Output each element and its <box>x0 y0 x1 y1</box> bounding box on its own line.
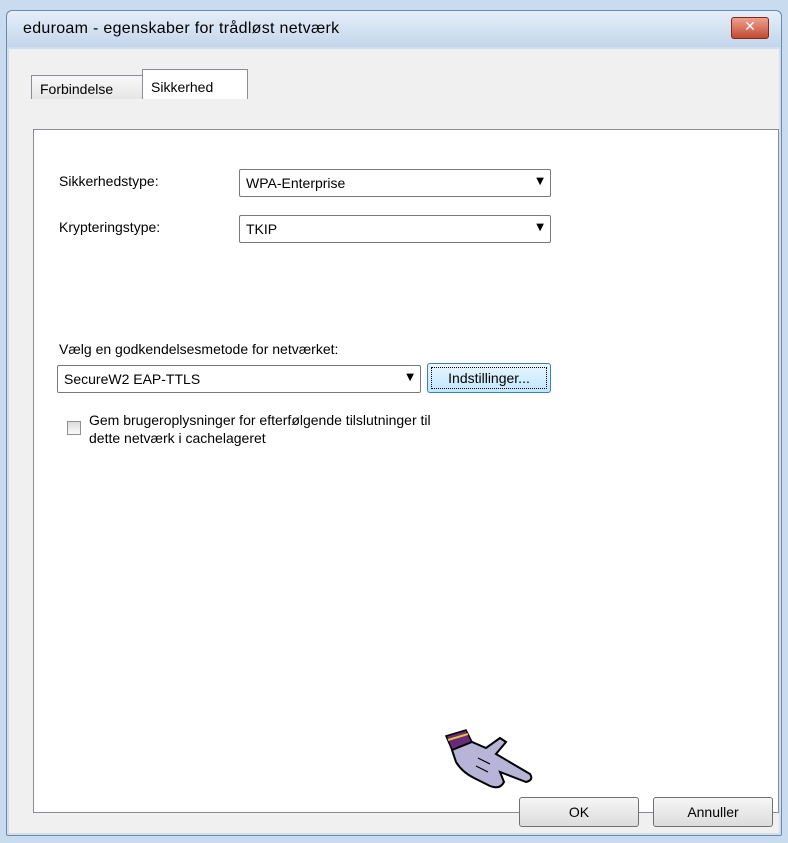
ok-button-label: OK <box>568 804 590 820</box>
encryption-type-label: Krypteringstype: <box>59 219 161 235</box>
close-icon: ✕ <box>744 19 756 35</box>
tab-forbindelse[interactable]: Forbindelse <box>31 75 143 99</box>
security-type-label: Sikkerhedstype: <box>59 173 159 189</box>
security-type-select[interactable]: WPA-Enterprise ▼ <box>239 169 551 197</box>
ok-button[interactable]: OK <box>519 797 639 827</box>
cache-credentials-line2: dette netværk i cachelageret <box>89 430 266 446</box>
focus-ring <box>431 367 547 389</box>
pointing-hand-icon <box>444 729 533 789</box>
tab-forbindelse-label: Forbindelse <box>40 81 114 97</box>
auth-method-value: SecureW2 EAP-TTLS <box>64 371 201 387</box>
auth-method-select[interactable]: SecureW2 EAP-TTLS ▼ <box>57 365 421 393</box>
title-bar[interactable]: eduroam - egenskaber for trådløst netvær… <box>7 11 781 47</box>
cache-credentials-line1: Gem brugeroplysninger for efterfølgende … <box>89 412 431 428</box>
dialog-window: eduroam - egenskaber for trådløst netvær… <box>6 10 782 836</box>
chevron-down-icon: ▼ <box>536 176 544 187</box>
cache-credentials-checkbox[interactable] <box>67 421 81 435</box>
tab-sikkerhed[interactable]: Sikkerhed <box>142 69 248 99</box>
settings-button[interactable]: Indstillinger... <box>427 363 551 393</box>
close-button[interactable]: ✕ <box>731 17 769 39</box>
chevron-down-icon: ▼ <box>406 372 414 383</box>
auth-method-label: Vælg en godkendelsesmetode for netværket… <box>59 341 339 357</box>
chevron-down-icon: ▼ <box>536 222 544 233</box>
cancel-button-label: Annuller <box>687 804 739 820</box>
dialog-body: Forbindelse Sikkerhed Sikkerhedstype: WP… <box>9 49 779 833</box>
cancel-button[interactable]: Annuller <box>653 797 773 827</box>
encryption-type-select[interactable]: TKIP ▼ <box>239 215 551 243</box>
cache-credentials-label: Gem brugeroplysninger for efterfølgende … <box>89 411 431 447</box>
tab-sikkerhed-label: Sikkerhed <box>151 79 214 95</box>
window-title: eduroam - egenskaber for trådløst netvær… <box>23 20 340 37</box>
security-type-value: WPA-Enterprise <box>246 175 346 191</box>
encryption-type-value: TKIP <box>246 221 278 237</box>
